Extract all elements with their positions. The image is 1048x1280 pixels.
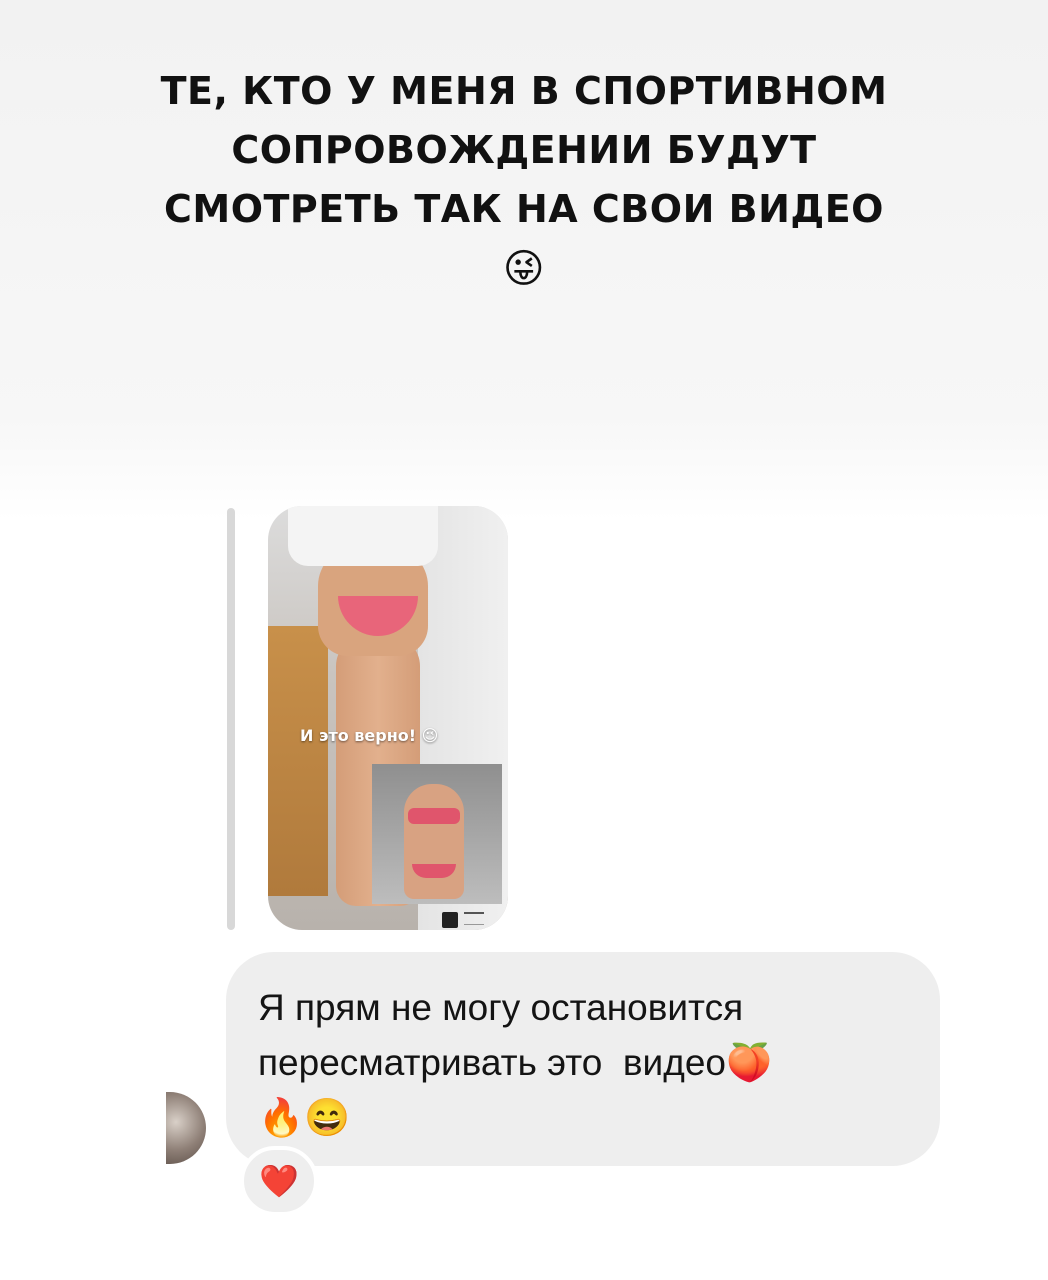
headline-line-2: СОПРОВОЖДЕНИИ БУДУТ xyxy=(231,128,817,172)
story-source-label xyxy=(464,912,484,925)
thumbnail-inset-photo xyxy=(372,764,502,904)
thumbnail-figure-shirt xyxy=(288,506,438,566)
inset-figure xyxy=(404,784,464,899)
inset-swimwear-top xyxy=(408,808,460,824)
replied-story-thumbnail[interactable]: И это верно! 😉 xyxy=(268,506,508,930)
story-headline: ТЕ, КТО У МЕНЯ В СПОРТИВНОМ СОПРОВОЖДЕНИ… xyxy=(60,62,988,297)
headline-line-3: СМОТРЕТЬ ТАК НА СВОИ ВИДЕО xyxy=(164,187,884,231)
thumbnail-caption: И это верно! 😉 xyxy=(300,726,439,745)
heart-reaction-icon[interactable]: ❤️ xyxy=(240,1146,318,1216)
thumbnail-cabinet xyxy=(268,626,328,896)
message-text: Я прям не могу остановится пересматриват… xyxy=(258,987,773,1138)
story-source-icon xyxy=(442,912,458,928)
winking-tongue-emoji: 😜 xyxy=(502,246,546,292)
reply-quote-bar xyxy=(227,508,235,930)
headline-line-1: ТЕ, КТО У МЕНЯ В СПОРТИВНОМ xyxy=(160,69,888,113)
